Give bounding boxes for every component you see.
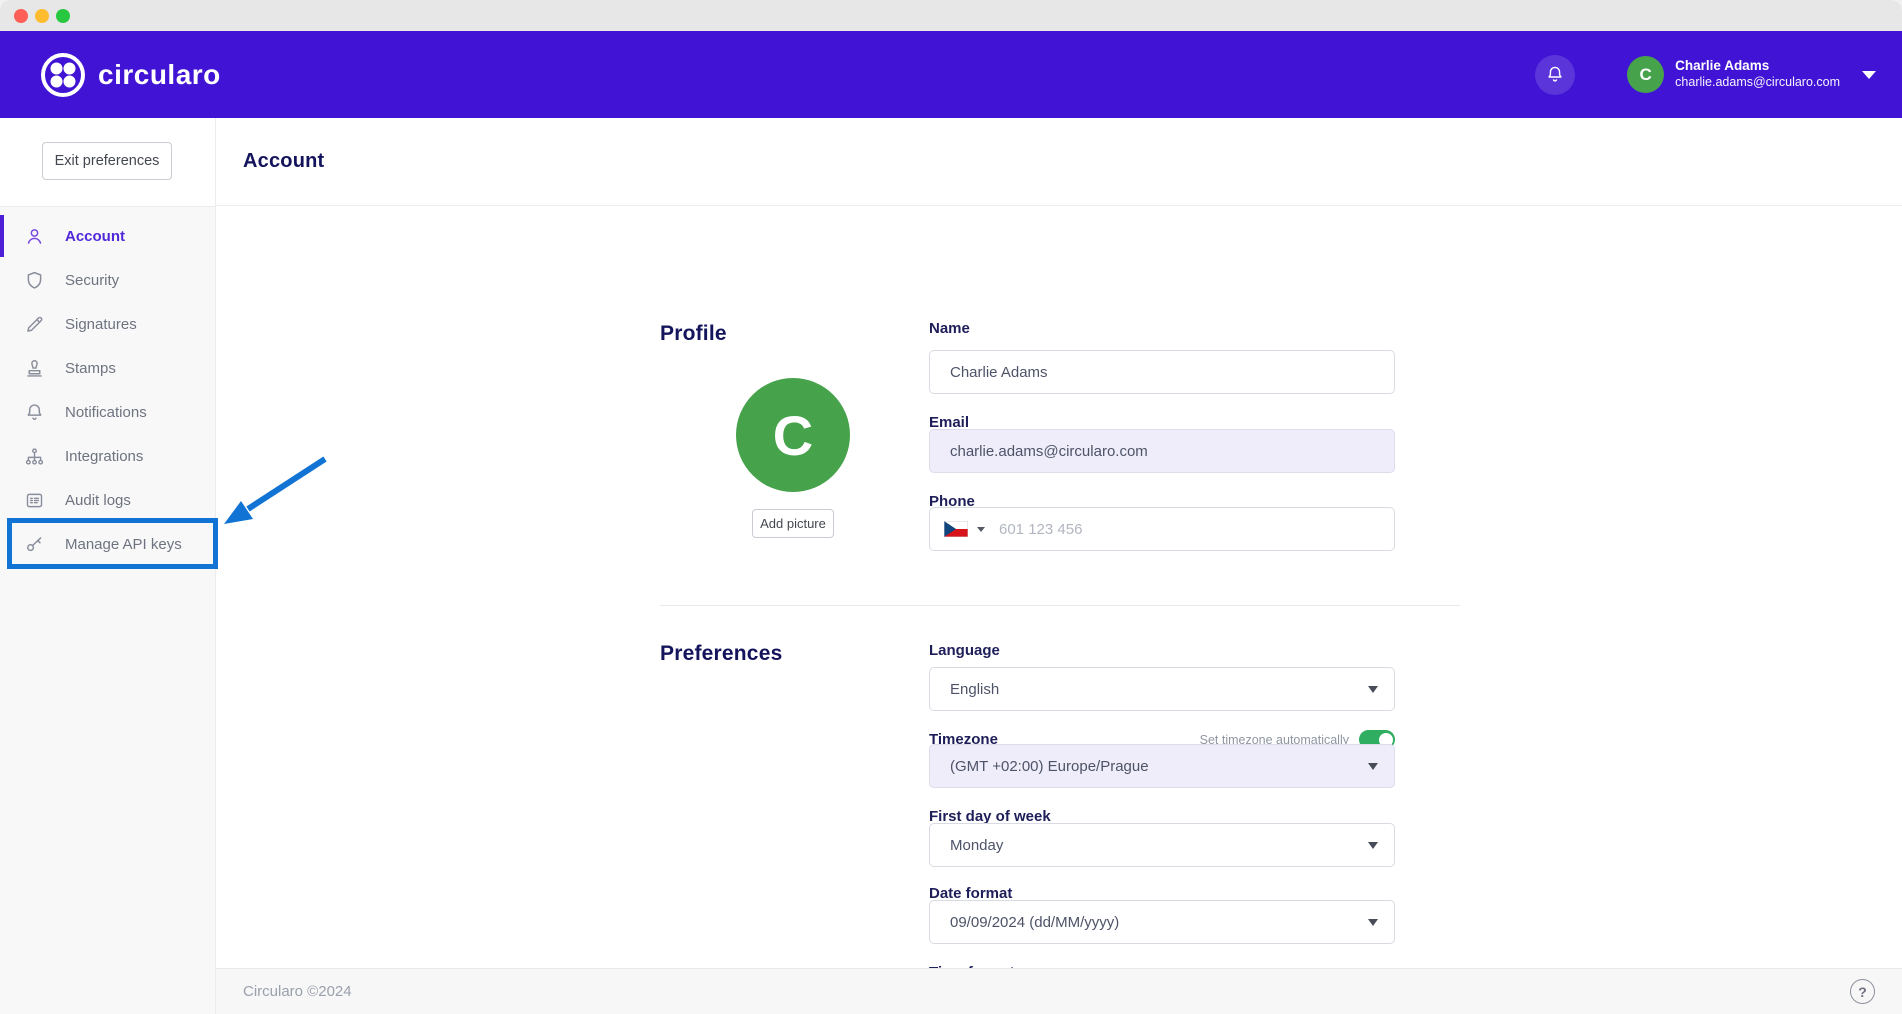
account-content: Profile C Add picture Name Email Phone (216, 206, 1902, 968)
czech-flag-icon[interactable] (944, 521, 968, 537)
sidebar-item-manage-api-keys[interactable]: Manage API keys (0, 522, 215, 566)
country-caret-icon[interactable] (977, 527, 985, 532)
user-info: Charlie Adams charlie.adams@circularo.co… (1675, 58, 1840, 91)
sidebar-item-signatures[interactable]: Signatures (0, 302, 215, 346)
first-day-value: Monday (950, 837, 1003, 854)
notifications-button[interactable] (1535, 55, 1575, 95)
email-input[interactable] (929, 429, 1395, 473)
footer: Circularo ©2024 ? (216, 968, 1902, 1014)
app-header: circularo C Charlie Adams charlie.adams@… (0, 31, 1902, 118)
chevron-down-icon (1368, 919, 1378, 926)
phone-field (929, 507, 1395, 551)
sidebar-item-security[interactable]: Security (0, 258, 215, 302)
language-value: English (950, 681, 999, 698)
timezone-value: (GMT +02:00) Europe/Prague (950, 758, 1149, 775)
profile-heading: Profile (660, 322, 727, 346)
bell-icon (1545, 64, 1565, 85)
list-icon (24, 490, 45, 511)
date-format-value: 09/09/2024 (dd/MM/yyyy) (950, 914, 1119, 931)
page-header: Account (216, 118, 1902, 206)
sidebar-item-label: Integrations (65, 448, 143, 465)
maximize-window-button[interactable] (56, 9, 70, 23)
language-label: Language (929, 642, 1000, 659)
profile-avatar: C (736, 378, 850, 492)
sidebar-item-label: Manage API keys (65, 536, 182, 553)
page-title: Account (243, 150, 324, 173)
chevron-down-icon (1368, 686, 1378, 693)
copyright-text: Circularo ©2024 (243, 983, 352, 1000)
user-name: Charlie Adams (1675, 58, 1840, 75)
chevron-down-icon (1368, 763, 1378, 770)
preferences-heading: Preferences (660, 642, 782, 666)
minimize-window-button[interactable] (35, 9, 49, 23)
user-avatar[interactable]: C (1627, 56, 1664, 93)
sidebar-item-label: Account (65, 228, 125, 245)
sidebar-item-account[interactable]: Account (0, 214, 215, 258)
pen-icon (24, 314, 45, 335)
first-day-select[interactable]: Monday (929, 823, 1395, 867)
macos-titlebar (0, 0, 1902, 31)
key-icon (24, 534, 45, 555)
sidebar-item-label: Signatures (65, 316, 137, 333)
phone-input[interactable] (999, 521, 1380, 538)
brand-wordmark: circularo (98, 59, 221, 91)
sidebar-item-label: Notifications (65, 404, 147, 421)
user-email: charlie.adams@circularo.com (1675, 75, 1840, 91)
name-label: Name (929, 320, 970, 337)
main-panel: Account Profile C Add picture Name Email… (216, 118, 1902, 1014)
user-menu-caret-icon[interactable] (1862, 71, 1876, 79)
sidebar-item-label: Stamps (65, 360, 116, 377)
circularo-logo-icon (40, 52, 86, 98)
add-picture-button[interactable]: Add picture (752, 509, 834, 538)
sitemap-icon (24, 446, 45, 467)
close-window-button[interactable] (14, 9, 28, 23)
sidebar-item-label: Audit logs (65, 492, 131, 509)
chevron-down-icon (1368, 842, 1378, 849)
bell-icon (24, 402, 45, 423)
exit-preferences-button[interactable]: Exit preferences (42, 142, 172, 180)
user-icon (24, 226, 45, 247)
browser-window: circularo C Charlie Adams charlie.adams@… (0, 0, 1902, 1014)
section-divider (660, 605, 1460, 606)
name-input[interactable] (929, 350, 1395, 394)
stamp-icon (24, 358, 45, 379)
sidebar-item-notifications[interactable]: Notifications (0, 390, 215, 434)
language-select[interactable]: English (929, 667, 1395, 711)
sidebar-item-stamps[interactable]: Stamps (0, 346, 215, 390)
help-button[interactable]: ? (1850, 979, 1875, 1004)
preferences-sidebar: Exit preferences Account Security (0, 118, 216, 1014)
timezone-select[interactable]: (GMT +02:00) Europe/Prague (929, 744, 1395, 788)
date-format-select[interactable]: 09/09/2024 (dd/MM/yyyy) (929, 900, 1395, 944)
brand-logo[interactable]: circularo (40, 52, 221, 98)
sidebar-item-integrations[interactable]: Integrations (0, 434, 215, 478)
shield-icon (24, 270, 45, 291)
active-indicator (0, 215, 4, 257)
sidebar-item-label: Security (65, 272, 119, 289)
sidebar-menu: Account Security Signatures (0, 206, 215, 1014)
sidebar-item-audit-logs[interactable]: Audit logs (0, 478, 215, 522)
